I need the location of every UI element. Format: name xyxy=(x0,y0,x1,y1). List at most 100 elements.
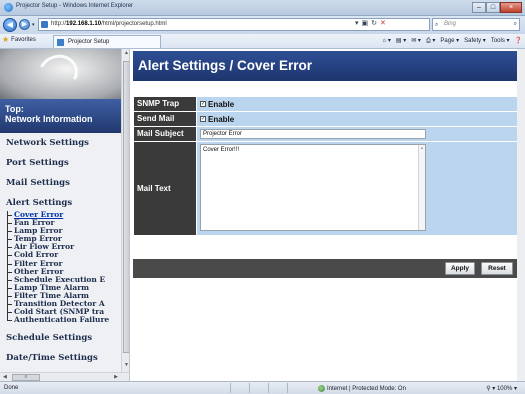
nav-alert-settings[interactable]: Alert Settings xyxy=(0,195,121,211)
page-content: Top: Network Information Network Setting… xyxy=(0,49,525,381)
nav-network-settings[interactable]: Network Settings xyxy=(0,133,121,153)
command-bar: ⌂ ▾ ▤ ▾ ✉ ▾ ⎙ ▾ Page ▾ Safety ▾ Tools ▾ … xyxy=(383,37,522,45)
send-mail-row: Send Mail ✓ Enable xyxy=(134,112,519,126)
logo-swoosh-icon xyxy=(33,49,83,97)
forward-button[interactable]: ▶ xyxy=(19,19,30,30)
mail-text-textarea[interactable]: Cover Error!!! ▲ xyxy=(200,144,426,231)
address-toolbar: ◀ ▶ ▾ http://192.168.1.10/html/projector… xyxy=(0,16,525,34)
favorites-label: Favorites xyxy=(11,37,36,43)
action-bar: Apply Reset xyxy=(133,259,519,278)
checkbox-checked-icon[interactable]: ✓ xyxy=(200,101,206,107)
close-button[interactable]: × xyxy=(500,2,522,13)
top-label-line1: Top: xyxy=(5,104,24,114)
print-icon[interactable]: ⎙ ▾ xyxy=(426,37,435,45)
mail-text-label: Mail Text xyxy=(134,142,196,235)
zoom-control[interactable]: ⚲ ▾ 100% ▾ xyxy=(486,385,517,392)
search-input[interactable]: ⌕ Bing ⌕ xyxy=(432,18,520,31)
send-mail-label: Send Mail xyxy=(134,112,196,126)
scroll-right-icon[interactable]: ▶ xyxy=(114,374,118,380)
nav-vertical-scrollbar[interactable]: ▲ ▼ xyxy=(121,49,129,372)
top-network-information-link[interactable]: Top: Network Information xyxy=(0,99,121,133)
search-go-icon[interactable]: ⌕ xyxy=(514,19,517,30)
status-text: Done xyxy=(4,385,19,391)
nav-date-time-settings[interactable]: Date/Time Settings xyxy=(0,348,121,368)
alert-item-authentication-failure[interactable]: Authentication Failure xyxy=(6,316,121,324)
address-tools: ▾ ▣ ↻ ✕ xyxy=(355,19,386,27)
page-menu[interactable]: Page ▾ xyxy=(440,37,459,45)
zone-text: Internet | Protected Mode: On xyxy=(327,385,406,392)
url-prefix: http:// xyxy=(51,21,67,27)
top-label-line2: Network Information xyxy=(5,114,93,124)
stop-icon[interactable]: ✕ xyxy=(380,19,386,27)
globe-icon xyxy=(318,385,325,392)
feeds-icon[interactable]: ▤ ▾ xyxy=(396,37,406,45)
window-controls: – □ × xyxy=(472,2,522,13)
zoom-dropdown-icon: ▾ xyxy=(513,386,517,392)
scroll-up-icon[interactable]: ▲ xyxy=(123,50,129,59)
send-mail-enable-checkbox[interactable]: ✓ Enable xyxy=(197,112,234,126)
snmp-trap-row: SNMP Trap ✓ Enable xyxy=(134,97,519,111)
zoom-level: 100% xyxy=(496,386,513,392)
snmp-trap-label: SNMP Trap xyxy=(134,97,196,111)
reset-button[interactable]: Reset xyxy=(481,262,513,275)
textarea-scrollbar[interactable]: ▲ xyxy=(418,145,425,230)
address-dropdown-icon[interactable]: ▾ xyxy=(355,19,359,27)
help-icon[interactable]: ❓ xyxy=(515,37,522,45)
mail-subject-row: Mail Subject Projector Error xyxy=(134,127,519,141)
mail-text-content: Cover Error!!! xyxy=(203,147,240,153)
page-icon xyxy=(41,21,48,28)
snmp-trap-value: ✓ Enable xyxy=(197,97,519,111)
history-dropdown-icon[interactable]: ▾ xyxy=(32,22,35,28)
tab-projector-setup[interactable]: Projector Setup xyxy=(53,35,161,48)
search-icon: ⌕ xyxy=(435,22,439,28)
security-zone[interactable]: Internet | Protected Mode: On xyxy=(318,385,406,392)
mail-subject-label: Mail Subject xyxy=(134,127,196,141)
scroll-down-icon[interactable]: ▼ xyxy=(123,362,129,371)
refresh-icon[interactable]: ↻ xyxy=(371,19,377,27)
tab-title: Projector Setup xyxy=(68,39,110,45)
search-placeholder: Bing xyxy=(444,21,457,27)
nav-horizontal-scrollbar[interactable]: ◀ ≡ ▶ xyxy=(0,372,129,381)
nav-scroll-thumb[interactable] xyxy=(123,61,129,353)
alert-submenu: Cover Error Fan Error Lamp Error Temp Er… xyxy=(6,210,121,324)
minimize-button[interactable]: – xyxy=(472,2,486,13)
mail-subject-input[interactable]: Projector Error xyxy=(200,129,426,139)
home-icon[interactable]: ⌂ ▾ xyxy=(383,37,391,45)
mail-text-row: Mail Text Cover Error!!! ▲ xyxy=(134,142,519,235)
status-bar: Done Internet | Protected Mode: On ⚲ ▾ 1… xyxy=(0,381,525,394)
ie-logo-icon xyxy=(4,3,13,12)
safety-menu[interactable]: Safety ▾ xyxy=(464,37,486,45)
snmp-trap-enable-label: Enable xyxy=(208,99,235,109)
nav-hscroll-thumb[interactable]: ≡ xyxy=(12,374,40,381)
star-icon: ★ xyxy=(2,35,10,44)
mail-icon[interactable]: ✉ ▾ xyxy=(411,37,421,45)
left-navigation-frame: Top: Network Information Network Setting… xyxy=(0,49,130,381)
page-title: Alert Settings / Cover Error xyxy=(138,58,313,73)
page-header: Alert Settings / Cover Error xyxy=(133,51,519,81)
favorites-button[interactable]: ★ Favorites xyxy=(2,36,36,44)
page-vertical-scrollbar[interactable] xyxy=(517,49,525,381)
scroll-left-icon[interactable]: ◀ xyxy=(3,374,7,380)
tab-page-icon xyxy=(57,39,64,46)
mail-text-value: Cover Error!!! ▲ xyxy=(197,142,519,235)
main-frame: Alert Settings / Cover Error SNMP Trap ✓… xyxy=(131,49,525,381)
compatibility-icon[interactable]: ▣ xyxy=(362,19,369,27)
window-titlebar: Projector Setup - Windows Internet Explo… xyxy=(0,0,525,16)
brand-logo xyxy=(0,49,121,99)
checkbox-checked-icon[interactable]: ✓ xyxy=(200,116,206,122)
nav-links: Network Settings Port Settings Mail Sett… xyxy=(0,133,121,368)
mail-subject-value: Projector Error xyxy=(197,127,519,141)
nav-mail-settings[interactable]: Mail Settings xyxy=(0,173,121,193)
send-mail-enable-label: Enable xyxy=(208,114,235,124)
nav-schedule-settings[interactable]: Schedule Settings xyxy=(0,328,121,348)
maximize-button[interactable]: □ xyxy=(486,2,500,13)
status-separators xyxy=(230,383,288,393)
url-path: /html/projectorsetup.html xyxy=(101,21,167,27)
snmp-trap-enable-checkbox[interactable]: ✓ Enable xyxy=(197,97,234,111)
back-button[interactable]: ◀ xyxy=(3,18,17,32)
favorites-bar: ★ Favorites Projector Setup ⌂ ▾ ▤ ▾ ✉ ▾ … xyxy=(0,34,525,49)
tools-menu[interactable]: Tools ▾ xyxy=(491,37,510,45)
nav-port-settings[interactable]: Port Settings xyxy=(0,153,121,173)
apply-button[interactable]: Apply xyxy=(445,262,475,275)
zoom-icon: ⚲ ▾ xyxy=(486,386,496,392)
